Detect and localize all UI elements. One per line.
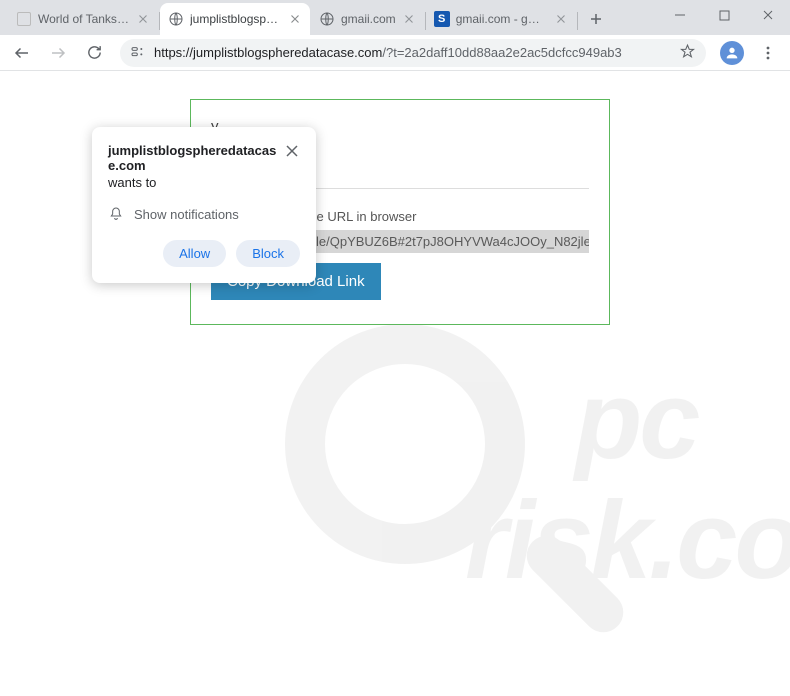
title-bar: World of Tanks – nemokan… jumplistblogsp… (0, 0, 790, 35)
tab-3[interactable]: S gmaii.com - gmaii Resourc… (426, 3, 576, 35)
notification-permission-popup: jumplistblogspheredatacase.com wants to … (92, 127, 316, 283)
bell-icon (108, 206, 124, 222)
tab-title: jumplistblogspheredatacas… (190, 12, 282, 26)
globe-icon (319, 11, 335, 27)
address-bar[interactable]: https://jumplistblogspheredatacase.com/?… (120, 39, 706, 67)
page-content: pc risk.com y... s: 2025 Copy and paste … (0, 71, 790, 696)
tab-2[interactable]: gmaii.com (311, 3, 424, 35)
url-text: https://jumplistblogspheredatacase.com/?… (154, 45, 671, 60)
profile-button[interactable] (716, 37, 748, 69)
permission-row: Show notifications (108, 206, 300, 222)
close-icon[interactable] (136, 12, 150, 26)
block-button[interactable]: Block (236, 240, 300, 267)
tabs-container: World of Tanks – nemokan… jumplistblogsp… (8, 3, 658, 35)
tab-separator (577, 12, 578, 30)
tab-title: gmaii.com - gmaii Resourc… (456, 12, 548, 26)
maximize-button[interactable] (702, 0, 746, 30)
back-button[interactable] (6, 37, 38, 69)
close-icon[interactable] (284, 143, 300, 159)
close-icon[interactable] (288, 12, 302, 26)
tab-title: World of Tanks – nemokan… (38, 12, 130, 26)
tab-0[interactable]: World of Tanks – nemokan… (8, 3, 158, 35)
menu-button[interactable] (752, 37, 784, 69)
s-icon: S (434, 11, 450, 27)
minimize-button[interactable] (658, 0, 702, 30)
notif-wants-to: wants to (108, 175, 284, 190)
reload-button[interactable] (78, 37, 110, 69)
close-icon[interactable] (554, 12, 568, 26)
permission-label: Show notifications (134, 207, 239, 222)
close-icon[interactable] (402, 12, 416, 26)
avatar-icon (720, 41, 744, 65)
forward-button[interactable] (42, 37, 74, 69)
allow-button[interactable]: Allow (163, 240, 226, 267)
tab-1-active[interactable]: jumplistblogspheredatacas… (160, 3, 310, 35)
notif-site-name: jumplistblogspheredatacase.com (108, 143, 284, 173)
star-icon[interactable] (679, 43, 696, 63)
close-window-button[interactable] (746, 0, 790, 30)
window-controls (658, 0, 790, 30)
toolbar: https://jumplistblogspheredatacase.com/?… (0, 35, 790, 71)
globe-icon (16, 11, 32, 27)
tab-title: gmaii.com (341, 12, 396, 26)
globe-icon (168, 11, 184, 27)
site-settings-icon[interactable] (130, 43, 146, 62)
new-tab-button[interactable] (582, 5, 610, 33)
